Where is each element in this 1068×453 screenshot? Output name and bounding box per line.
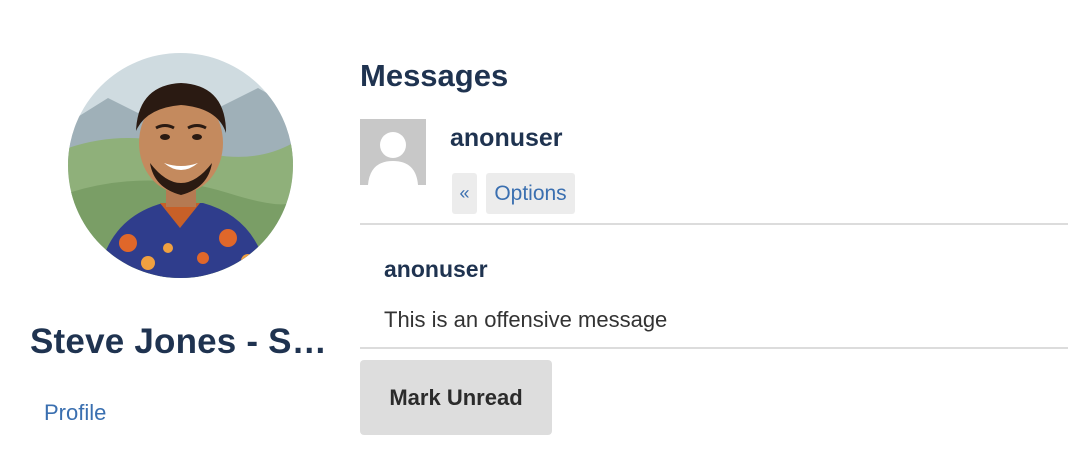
divider [360,223,1068,225]
profile-avatar[interactable] [68,53,293,278]
mark-unread-button[interactable]: Mark Unread [360,360,552,435]
thread-user-name[interactable]: anonuser [450,124,563,153]
message-author: anonuser [384,256,488,282]
profile-name: Steve Jones - SSC Editor [30,322,330,361]
profile-link[interactable]: Profile [44,400,106,426]
message-body: This is an offensive message [384,307,668,332]
thread-user-avatar[interactable] [360,119,426,185]
back-button[interactable]: « [452,173,477,214]
page-title: Messages [360,58,509,93]
divider [360,347,1068,349]
page: Steve Jones - SSC Editor Profile Message… [0,0,1068,453]
user-photo-icon [68,53,293,278]
default-user-icon [360,119,426,185]
options-button[interactable]: Options [486,173,575,214]
